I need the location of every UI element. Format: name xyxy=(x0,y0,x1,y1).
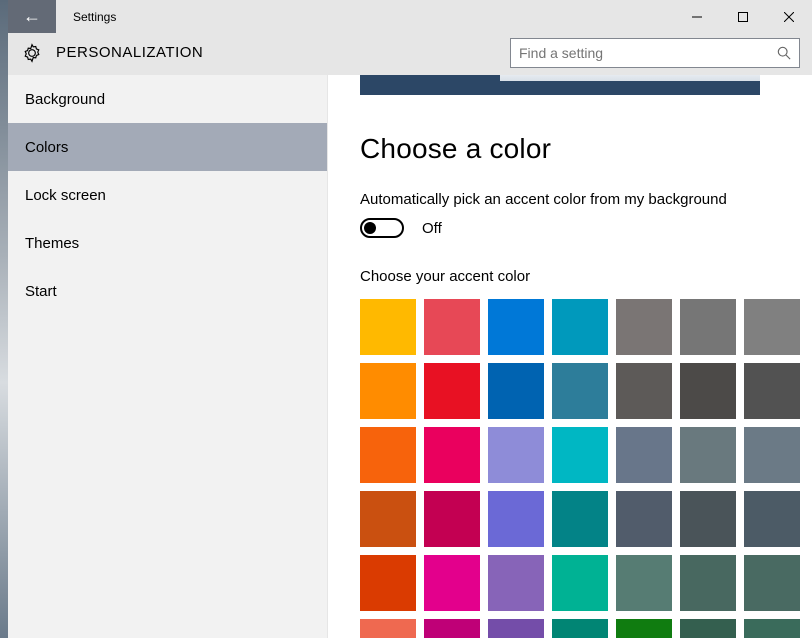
accent-color-grid xyxy=(360,299,812,638)
titlebar: ← Settings xyxy=(8,0,812,33)
accent-swatch[interactable] xyxy=(360,299,416,355)
sidebar-item-lock-screen[interactable]: Lock screen xyxy=(8,171,327,219)
accent-swatch[interactable] xyxy=(488,363,544,419)
sidebar-item-label: Start xyxy=(25,283,57,300)
header-row: PERSONALIZATION xyxy=(8,33,812,75)
accent-swatch[interactable] xyxy=(680,363,736,419)
accent-swatch[interactable] xyxy=(424,363,480,419)
accent-swatch[interactable] xyxy=(616,363,672,419)
accent-swatch[interactable] xyxy=(552,363,608,419)
accent-swatch[interactable] xyxy=(552,555,608,611)
sidebar-item-label: Background xyxy=(25,91,105,108)
accent-swatch[interactable] xyxy=(488,555,544,611)
sidebar-item-label: Themes xyxy=(25,235,79,252)
sidebar-item-background[interactable]: Background xyxy=(8,75,327,123)
maximize-button[interactable] xyxy=(720,0,766,33)
search-box[interactable] xyxy=(510,38,800,68)
sidebar-item-themes[interactable]: Themes xyxy=(8,219,327,267)
accent-swatch[interactable] xyxy=(616,427,672,483)
accent-swatch[interactable] xyxy=(616,555,672,611)
sidebar-item-colors[interactable]: Colors xyxy=(8,123,327,171)
close-button[interactable] xyxy=(766,0,812,33)
header-label: PERSONALIZATION xyxy=(56,44,203,61)
accent-swatch[interactable] xyxy=(552,619,608,638)
accent-swatch[interactable] xyxy=(424,555,480,611)
maximize-icon xyxy=(738,12,748,22)
desktop-wallpaper-edge xyxy=(0,0,8,638)
accent-swatch[interactable] xyxy=(552,491,608,547)
accent-swatch[interactable] xyxy=(360,619,416,638)
accent-swatch[interactable] xyxy=(616,619,672,638)
accent-swatch[interactable] xyxy=(744,427,800,483)
window-title: Settings xyxy=(73,10,116,24)
accent-swatch[interactable] xyxy=(488,299,544,355)
page-heading: Choose a color xyxy=(360,133,812,165)
toggle-knob xyxy=(364,222,376,234)
auto-accent-toggle-row: Off xyxy=(360,218,812,238)
accent-swatch[interactable] xyxy=(488,427,544,483)
settings-window: ← Settings PERSONALIZATION xyxy=(8,0,812,638)
back-button[interactable]: ← xyxy=(8,0,56,33)
accent-swatch[interactable] xyxy=(744,491,800,547)
accent-swatch[interactable] xyxy=(744,619,800,638)
accent-grid-label: Choose your accent color xyxy=(360,268,812,285)
sidebar-item-label: Lock screen xyxy=(25,187,106,204)
close-icon xyxy=(784,12,794,22)
body: Background Colors Lock screen Themes Sta… xyxy=(8,75,812,638)
gear-icon xyxy=(22,43,42,63)
accent-swatch[interactable] xyxy=(360,491,416,547)
accent-swatch[interactable] xyxy=(488,491,544,547)
accent-swatch[interactable] xyxy=(616,491,672,547)
accent-swatch[interactable] xyxy=(360,555,416,611)
accent-swatch[interactable] xyxy=(360,363,416,419)
window-controls xyxy=(674,0,812,33)
accent-swatch[interactable] xyxy=(744,299,800,355)
auto-accent-label: Automatically pick an accent color from … xyxy=(360,191,812,208)
accent-swatch[interactable] xyxy=(680,491,736,547)
accent-swatch[interactable] xyxy=(424,619,480,638)
accent-swatch[interactable] xyxy=(680,619,736,638)
sidebar: Background Colors Lock screen Themes Sta… xyxy=(8,75,328,638)
accent-swatch[interactable] xyxy=(680,299,736,355)
accent-swatch[interactable] xyxy=(424,491,480,547)
auto-accent-toggle[interactable] xyxy=(360,218,404,238)
accent-swatch[interactable] xyxy=(744,555,800,611)
content-pane: Choose a color Automatically pick an acc… xyxy=(328,75,812,638)
preview-thumbnail xyxy=(360,75,760,95)
accent-swatch[interactable] xyxy=(744,363,800,419)
gear-icon-wrap xyxy=(8,43,56,63)
accent-swatch[interactable] xyxy=(424,299,480,355)
accent-swatch[interactable] xyxy=(424,427,480,483)
toggle-state-label: Off xyxy=(422,220,442,237)
search-input[interactable] xyxy=(519,45,777,61)
sidebar-item-label: Colors xyxy=(25,139,68,156)
accent-swatch[interactable] xyxy=(360,427,416,483)
search-icon xyxy=(777,46,791,60)
accent-swatch[interactable] xyxy=(552,299,608,355)
accent-swatch[interactable] xyxy=(552,427,608,483)
minimize-button[interactable] xyxy=(674,0,720,33)
accent-swatch[interactable] xyxy=(488,619,544,638)
back-arrow-icon: ← xyxy=(23,6,41,27)
minimize-icon xyxy=(692,12,702,22)
accent-swatch[interactable] xyxy=(680,555,736,611)
accent-swatch[interactable] xyxy=(680,427,736,483)
sidebar-item-start[interactable]: Start xyxy=(8,267,327,315)
accent-swatch[interactable] xyxy=(616,299,672,355)
